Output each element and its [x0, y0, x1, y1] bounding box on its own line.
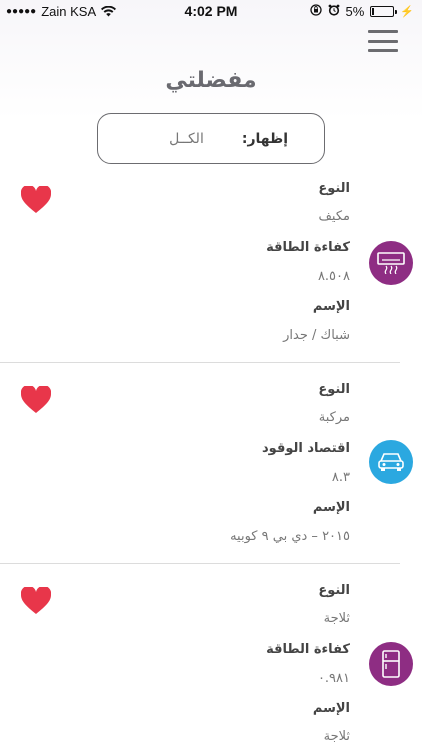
name-label: الإسم: [312, 701, 350, 716]
name-value: ٢٠١٥ – دي بي ٩ كوبيه: [230, 529, 350, 544]
menu-button[interactable]: [368, 30, 398, 52]
charging-bolt-icon: ⚡: [400, 6, 414, 18]
energy-efficiency-label: كفاءة الطاقة: [266, 240, 350, 255]
favorite-card[interactable]: النوع ثلاجة كفاءة الطاقة ٠.٩٨١ الإسم ثلا…: [0, 571, 422, 750]
alarm-icon: [328, 4, 340, 19]
air-conditioner-icon: [369, 241, 413, 285]
type-label: النوع: [318, 583, 350, 598]
car-icon: [369, 440, 413, 484]
type-value: مركبة: [318, 410, 350, 425]
filter-dropdown[interactable]: إظهار: الكــل: [97, 113, 325, 164]
fuel-economy-label: اقتصاد الوقود: [262, 441, 350, 456]
filter-label: إظهار:: [241, 130, 288, 147]
type-value: ثلاجة: [323, 611, 350, 626]
type-label: النوع: [318, 382, 350, 397]
card-divider: [0, 362, 400, 363]
filter-value: الكــل: [169, 130, 204, 147]
card-divider: [0, 563, 400, 564]
heart-icon[interactable]: [20, 585, 52, 615]
page-title: مفضلتي: [165, 68, 257, 93]
heart-icon[interactable]: [20, 384, 52, 414]
menu-line: [368, 49, 398, 52]
name-value: ثلاجة: [323, 729, 350, 744]
orientation-lock-icon: [309, 4, 322, 19]
type-label: النوع: [318, 181, 350, 196]
favorite-card[interactable]: النوع مركبة اقتصاد الوقود ٨.٣ الإسم ٢٠١٥…: [0, 370, 422, 564]
battery-icon: [370, 6, 398, 17]
battery-percent: 5%: [345, 4, 365, 19]
menu-line: [368, 39, 398, 43]
name-value: شباك / جدار: [283, 328, 350, 343]
name-label: الإسم: [312, 299, 350, 314]
name-label: الإسم: [312, 500, 350, 515]
energy-efficiency-label: كفاءة الطاقة: [266, 642, 350, 657]
refrigerator-icon: [369, 642, 413, 686]
fuel-economy-value: ٨.٣: [331, 470, 350, 485]
energy-efficiency-value: ٠.٩٨١: [317, 671, 350, 686]
type-value: مكيف: [318, 209, 350, 224]
menu-line: [368, 30, 398, 33]
favorite-card[interactable]: النوع مكيف كفاءة الطاقة ٨.٥٠٨ الإسم شباك…: [0, 170, 422, 363]
status-bar: ●●●●● Zain KSA 4:02 PM 5% ⚡: [0, 0, 422, 22]
energy-efficiency-value: ٨.٥٠٨: [317, 269, 350, 284]
heart-icon[interactable]: [20, 184, 52, 214]
